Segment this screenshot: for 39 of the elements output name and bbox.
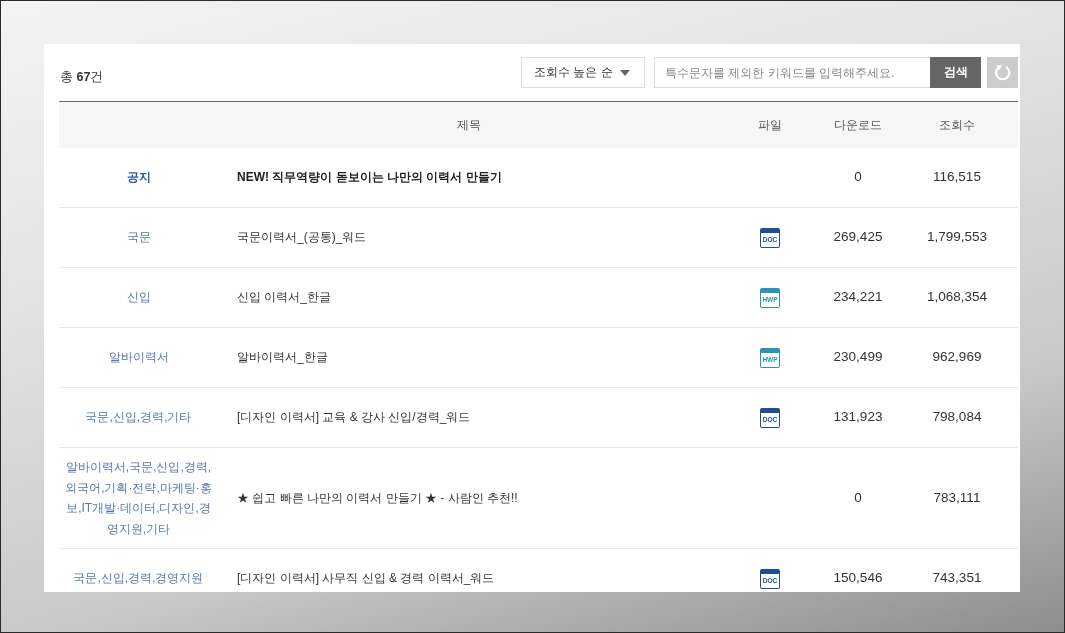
download-count: 150,546 <box>833 569 883 588</box>
post-title-link[interactable]: 신입 이력서_한글 <box>237 287 331 308</box>
view-count: 1,068,354 <box>926 288 988 307</box>
refresh-icon <box>994 64 1011 81</box>
refresh-button[interactable] <box>987 57 1018 88</box>
category-link[interactable]: 국문 <box>126 227 151 248</box>
category-link[interactable]: 알바이력서,국문,신입,경력,외국어,기획·전략,마케팅·홍보,IT개발·데이터,디자인,경영지원,기타 <box>65 457 212 539</box>
category-link[interactable]: 국문,신입,경력,기타 <box>85 407 192 428</box>
post-title-link[interactable]: [디자인 이력서] 사무직 신입 & 경력 이력서_워드 <box>237 568 495 589</box>
sort-dropdown[interactable]: 조회수 높은 순 <box>521 57 645 88</box>
caret-icon <box>620 69 630 76</box>
column-header: 조회수 <box>939 117 975 132</box>
view-count: 743,351 <box>932 569 982 588</box>
column-header: 제목 <box>457 117 481 132</box>
search-button[interactable]: 검색 <box>930 57 981 88</box>
post-title-link[interactable]: ★ 쉽고 빠른 나만의 이력서 만들기 ★ - 사람인 추천!! <box>237 487 518 509</box>
download-count: 0 <box>854 488 862 507</box>
view-count: 962,969 <box>932 348 982 367</box>
total-count: 총 67건 <box>59 68 104 86</box>
download-count: 131,923 <box>833 408 883 427</box>
category-link[interactable]: 국문,신입,경력,경영지원 <box>73 568 204 589</box>
download-count: 230,499 <box>833 348 883 367</box>
view-count: 116,515 <box>933 168 981 187</box>
view-count: 783,111 <box>933 488 981 507</box>
post-title-link[interactable]: [디자인 이력서] 교육 & 강사 신입/경력_워드 <box>237 407 471 428</box>
post-title-link[interactable]: NEW! 직무역량이 돋보이는 나만의 이력서 만들기 <box>237 167 502 188</box>
category-link[interactable]: 신입 <box>126 287 151 308</box>
category-link[interactable]: 공지 <box>126 167 151 188</box>
view-count: 1,799,553 <box>926 228 988 247</box>
column-header: 다운로드 <box>834 117 882 132</box>
download-count: 234,221 <box>833 288 883 307</box>
search-field[interactable]: 특수문자를 제외한 키워드를 입력해주세요. <box>654 57 930 88</box>
view-count: 798,084 <box>932 408 982 427</box>
column-header: 파일 <box>758 117 782 132</box>
post-title-link[interactable]: 국문이력서_(공통)_워드 <box>237 227 367 248</box>
download-count: 0 <box>854 168 862 187</box>
download-count: 269,425 <box>833 228 883 247</box>
post-title-link[interactable]: 알바이력서_한글 <box>237 347 328 368</box>
category-link[interactable]: 알바이력서 <box>108 347 169 368</box>
